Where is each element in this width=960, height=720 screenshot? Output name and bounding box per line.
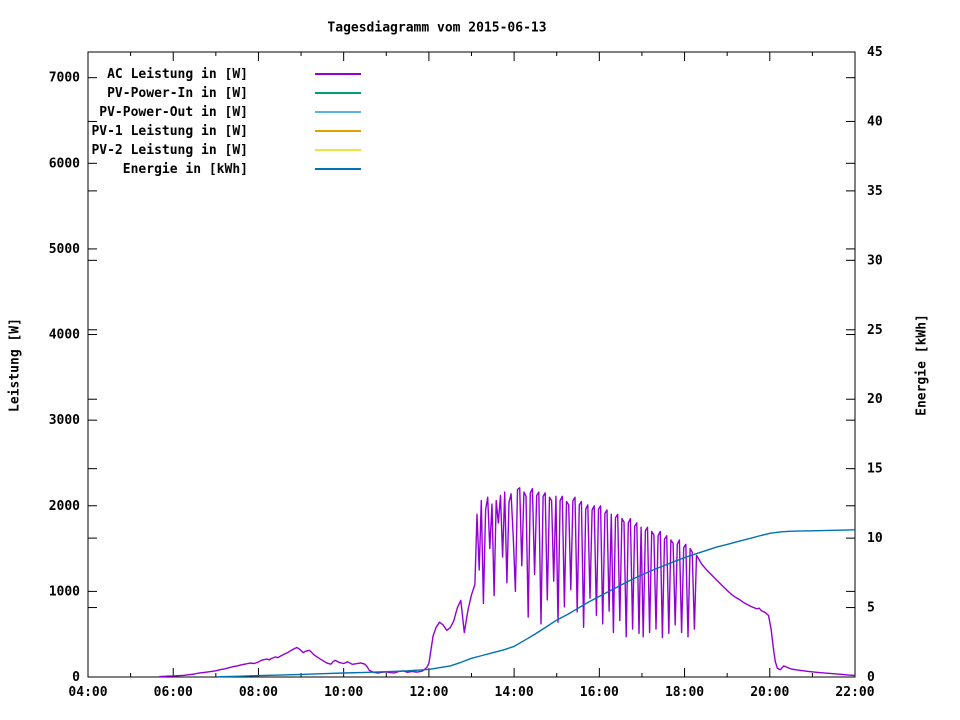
y1-tick-label: 5000 bbox=[49, 242, 80, 257]
y1-tick-label: 2000 bbox=[49, 499, 80, 514]
x-tick-label: 20:00 bbox=[750, 685, 789, 700]
legend-label: PV-Power-In in [W] bbox=[107, 86, 248, 101]
y2-tick-label: 5 bbox=[867, 601, 875, 616]
y2-tick-label: 10 bbox=[867, 531, 883, 546]
chart-canvas: Tagesdiagramm vom 2015-06-13 Leistung [W… bbox=[0, 0, 960, 720]
y2-tick-label: 30 bbox=[867, 253, 883, 268]
x-tick-label: 22:00 bbox=[835, 685, 874, 700]
plot-area: 04:00 06:00 08:00 10:00 12:00 14:00 16:00 18:00… bbox=[49, 45, 883, 700]
legend-label: PV-Power-Out in [W] bbox=[99, 105, 248, 120]
x-tick-label: 18:00 bbox=[665, 685, 704, 700]
y2-tick-label: 25 bbox=[867, 323, 883, 338]
x-tick-label: 10:00 bbox=[324, 685, 363, 700]
legend-label: PV-2 Leistung in [W] bbox=[91, 143, 248, 158]
x-tick-label: 06:00 bbox=[154, 685, 193, 700]
x-tick-label: 04:00 bbox=[68, 685, 107, 700]
y2-tick-label: 35 bbox=[867, 184, 883, 199]
y1-tick-label: 7000 bbox=[49, 71, 80, 86]
y2-tick-label: 0 bbox=[867, 670, 875, 685]
x-tick-label: 08:00 bbox=[239, 685, 278, 700]
x-tick-label: 12:00 bbox=[409, 685, 448, 700]
y2-tick-label: 15 bbox=[867, 462, 883, 477]
y2-tick-label: 45 bbox=[867, 45, 883, 60]
y1-tick-label: 4000 bbox=[49, 328, 80, 343]
legend-label: AC Leistung in [W] bbox=[107, 67, 248, 82]
x-tick-label: 16:00 bbox=[580, 685, 619, 700]
y2-tick-label: 40 bbox=[867, 114, 883, 129]
y1-tick-label: 3000 bbox=[49, 413, 80, 428]
legend-label: PV-1 Leistung in [W] bbox=[91, 124, 248, 139]
x-tick-label: 14:00 bbox=[495, 685, 534, 700]
y1-tick-label: 1000 bbox=[49, 584, 80, 599]
y1-tick-label: 0 bbox=[72, 670, 80, 685]
y1-tick-label: 6000 bbox=[49, 156, 80, 171]
legend-label: Energie in [kWh] bbox=[123, 162, 248, 177]
y2-tick-label: 20 bbox=[867, 392, 883, 407]
